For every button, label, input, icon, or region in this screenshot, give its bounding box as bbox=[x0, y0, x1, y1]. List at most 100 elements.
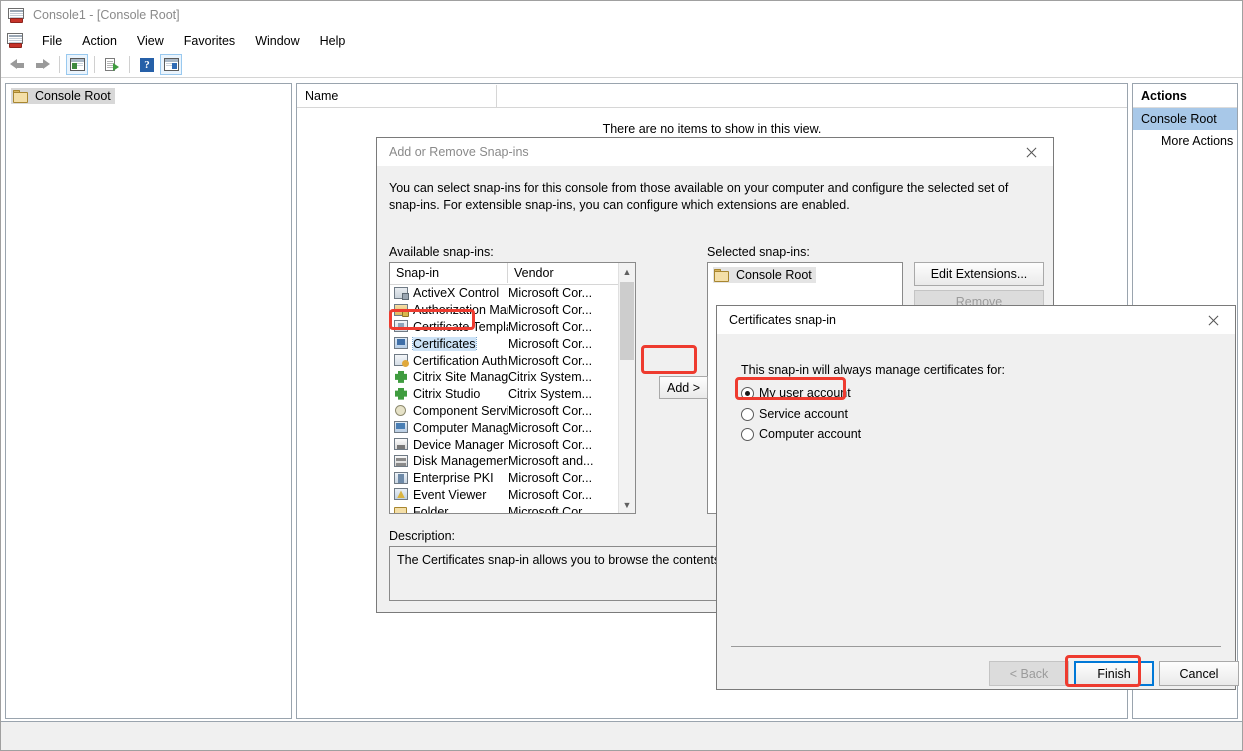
radio-checked-icon bbox=[741, 387, 754, 400]
column-header-name[interactable]: Name bbox=[297, 85, 497, 107]
list-item[interactable]: Folder Microsoft Cor... bbox=[390, 503, 635, 514]
list-item[interactable]: Enterprise PKI Microsoft Cor... bbox=[390, 470, 635, 487]
status-bar bbox=[1, 721, 1242, 750]
list-item-certificates[interactable]: Certificates Microsoft Cor... bbox=[390, 335, 635, 352]
close-button[interactable] bbox=[1191, 307, 1235, 334]
event-viewer-icon bbox=[394, 488, 409, 501]
list-item[interactable]: Event Viewer Microsoft Cor... bbox=[390, 487, 635, 504]
show-hide-console-tree-button[interactable] bbox=[66, 54, 88, 75]
action-pane-icon bbox=[164, 58, 179, 71]
list-item[interactable]: ActiveX Control Microsoft Cor... bbox=[390, 285, 635, 302]
console-tree-icon bbox=[70, 58, 85, 71]
selected-snapins-label: Selected snap-ins: bbox=[707, 245, 810, 259]
back-button[interactable] bbox=[7, 54, 29, 75]
toolbar-separator bbox=[129, 56, 130, 73]
radio-unchecked-icon bbox=[741, 428, 754, 441]
certificates-icon bbox=[394, 337, 409, 350]
list-item[interactable]: Certification Authority Microsoft Cor... bbox=[390, 352, 635, 369]
snapin-name: Folder bbox=[413, 505, 448, 514]
title-bar: Console1 - [Console Root] bbox=[1, 1, 1242, 29]
arrow-left-icon bbox=[10, 58, 26, 71]
list-item[interactable]: Device Manager Microsoft Cor... bbox=[390, 436, 635, 453]
list-item[interactable]: Component Services Microsoft Cor... bbox=[390, 403, 635, 420]
certification-authority-icon bbox=[394, 354, 409, 367]
snapin-vendor: Microsoft Cor... bbox=[508, 337, 592, 351]
snapins-dialog-titlebar: Add or Remove Snap-ins bbox=[377, 138, 1053, 166]
radio-label: Computer account bbox=[759, 427, 861, 441]
action-item-more-actions[interactable]: More Actions bbox=[1133, 130, 1237, 152]
results-column-header: Name bbox=[297, 84, 1127, 108]
export-list-button[interactable] bbox=[101, 54, 123, 75]
toolbar-separator bbox=[59, 56, 60, 73]
snapin-vendor: Citrix System... bbox=[508, 370, 592, 384]
export-list-icon bbox=[105, 58, 119, 72]
window-title: Console1 - [Console Root] bbox=[33, 8, 180, 22]
help-button[interactable]: ? bbox=[136, 54, 158, 75]
forward-button[interactable] bbox=[31, 54, 53, 75]
menu-item-favorites[interactable]: Favorites bbox=[174, 31, 245, 51]
menu-item-view[interactable]: View bbox=[127, 31, 174, 51]
snapin-name: Citrix Studio bbox=[413, 387, 480, 401]
enterprise-pki-icon bbox=[394, 472, 409, 485]
snapin-name: Device Manager bbox=[413, 438, 504, 452]
radio-service-account[interactable]: Service account bbox=[741, 407, 848, 421]
disk-management-icon bbox=[394, 455, 409, 468]
add-button[interactable]: Add > bbox=[659, 376, 708, 399]
column-header-vendor[interactable]: Vendor bbox=[508, 263, 620, 283]
snapin-name: ActiveX Control bbox=[413, 286, 499, 300]
folder-icon bbox=[394, 505, 409, 514]
radio-label: My user account bbox=[759, 386, 851, 400]
show-hide-action-pane-button[interactable] bbox=[160, 54, 182, 75]
menu-item-file[interactable]: File bbox=[32, 31, 72, 51]
cert-dialog-title: Certificates snap-in bbox=[729, 313, 836, 327]
selected-item-console-root[interactable]: Console Root bbox=[713, 267, 816, 283]
list-item[interactable]: Authorization Manager Microsoft Cor... bbox=[390, 302, 635, 319]
list-item[interactable]: Computer Managem... Microsoft Cor... bbox=[390, 419, 635, 436]
snapin-vendor: Citrix System... bbox=[508, 387, 592, 401]
menu-item-help[interactable]: Help bbox=[310, 31, 356, 51]
snapin-vendor: Microsoft Cor... bbox=[508, 438, 592, 452]
list-item[interactable]: Citrix Site Manager Citrix System... bbox=[390, 369, 635, 386]
list-item[interactable]: Citrix Studio Citrix System... bbox=[390, 386, 635, 403]
snapins-dialog-title: Add or Remove Snap-ins bbox=[389, 145, 529, 159]
snapin-name: Component Services bbox=[413, 404, 508, 418]
available-snapins-list[interactable]: Snap-in Vendor ActiveX Control Microsoft… bbox=[389, 262, 636, 514]
close-icon bbox=[1025, 146, 1037, 158]
folder-icon bbox=[13, 90, 29, 103]
citrix-icon bbox=[394, 371, 409, 384]
toolbar: ? bbox=[1, 52, 1242, 78]
list-item[interactable]: Disk Management Microsoft and... bbox=[390, 453, 635, 470]
cancel-button[interactable]: Cancel bbox=[1159, 661, 1239, 686]
available-list-header: Snap-in Vendor bbox=[390, 263, 635, 285]
tree-node-console-root[interactable]: Console Root bbox=[11, 88, 115, 104]
cert-dialog-body: This snap-in will always manage certific… bbox=[717, 334, 1235, 689]
scroll-down-icon[interactable]: ▼ bbox=[619, 496, 635, 513]
edit-extensions-button[interactable]: Edit Extensions... bbox=[914, 262, 1044, 286]
mmc-menu-icon[interactable] bbox=[7, 33, 24, 48]
radio-computer-account[interactable]: Computer account bbox=[741, 427, 861, 441]
citrix-icon bbox=[394, 388, 409, 401]
snapin-name: Computer Managem... bbox=[413, 421, 508, 435]
finish-button[interactable]: Finish bbox=[1074, 661, 1154, 686]
column-header-snapin[interactable]: Snap-in bbox=[390, 263, 508, 283]
available-list-scrollbar[interactable]: ▲ ▼ bbox=[618, 263, 635, 513]
snapin-name: Certification Authority bbox=[413, 354, 508, 368]
certificates-snapin-dialog: Certificates snap-in This snap-in will a… bbox=[716, 305, 1236, 690]
snapin-vendor: Microsoft Cor... bbox=[508, 421, 592, 435]
component-services-icon bbox=[394, 404, 409, 417]
list-item[interactable]: Certificate Templates Microsoft Cor... bbox=[390, 319, 635, 336]
scroll-up-icon[interactable]: ▲ bbox=[619, 263, 635, 280]
description-label: Description: bbox=[389, 529, 455, 543]
menu-item-window[interactable]: Window bbox=[245, 31, 309, 51]
results-empty-message: There are no items to show in this view. bbox=[297, 122, 1127, 136]
action-item-console-root[interactable]: Console Root bbox=[1133, 108, 1237, 130]
snapin-name: Citrix Site Manager bbox=[413, 370, 508, 384]
console-tree-pane[interactable]: Console Root bbox=[5, 83, 292, 719]
toolbar-separator bbox=[94, 56, 95, 73]
radio-label: Service account bbox=[759, 407, 848, 421]
radio-my-user-account[interactable]: My user account bbox=[741, 386, 851, 400]
menu-item-action[interactable]: Action bbox=[72, 31, 127, 51]
scrollbar-thumb[interactable] bbox=[620, 282, 634, 360]
close-button[interactable] bbox=[1009, 139, 1053, 166]
snapin-vendor: Microsoft Cor... bbox=[508, 404, 592, 418]
